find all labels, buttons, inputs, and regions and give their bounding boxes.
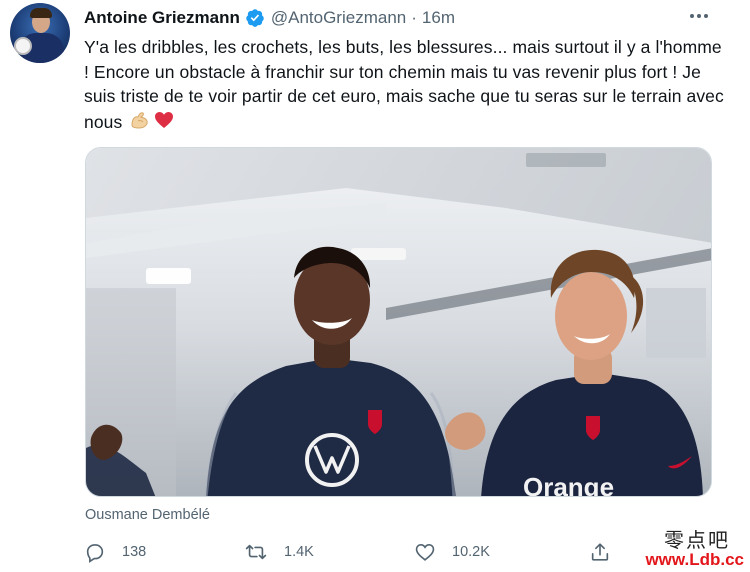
tweet-timestamp[interactable]: 16m [422, 8, 455, 28]
reply-count: 138 [122, 544, 147, 560]
reply-button[interactable]: 138 [84, 538, 146, 566]
site-watermark: 零点吧 www.Ldb.cc [640, 524, 750, 572]
tweet-text: Y'a les dribbles, les crochets, les buts… [84, 35, 724, 137]
jersey-sponsor-text: Orange [523, 472, 614, 497]
flexed-biceps-icon [129, 109, 151, 138]
retweet-button[interactable]: 1.4K [244, 538, 314, 566]
tweet-photo[interactable]: Orange [85, 147, 712, 497]
like-button[interactable]: 10.2K [414, 538, 490, 566]
heart-icon [415, 544, 435, 561]
watermark-chinese-text: 零点吧 [664, 528, 730, 552]
reply-icon [86, 544, 104, 563]
more-options-icon[interactable] [686, 6, 712, 26]
author-handle[interactable]: @AntoGriezmann [271, 8, 406, 28]
tweet-header: Antoine Griezmann @AntoGriezmann · 16m [84, 7, 455, 29]
share-button[interactable] [589, 538, 611, 566]
retweet-count: 1.4K [284, 544, 314, 560]
author-name[interactable]: Antoine Griezmann [84, 8, 240, 28]
separator-dot: · [411, 8, 417, 27]
author-avatar[interactable] [10, 3, 70, 63]
red-heart-icon [153, 109, 175, 138]
verified-badge-icon [245, 8, 265, 28]
share-icon [591, 543, 609, 561]
watermark-url: www.Ldb.cc [645, 550, 744, 569]
like-count: 10.2K [452, 544, 490, 560]
retweet-icon [245, 544, 267, 560]
tweet-text-body: Y'a les dribbles, les crochets, les buts… [84, 37, 724, 132]
tweet-actions: 138 1.4K 10.2K [84, 538, 624, 566]
photo-tag-caption[interactable]: Ousmane Dembélé [85, 507, 210, 523]
